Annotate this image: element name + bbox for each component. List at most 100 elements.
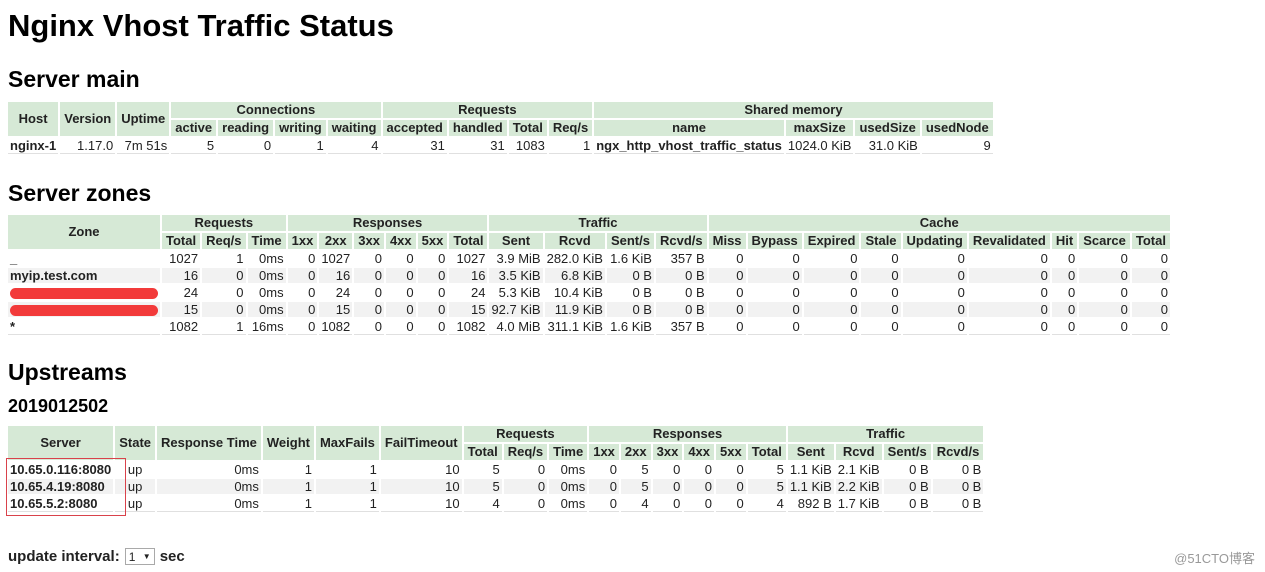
col-total-8: Total [747,444,786,460]
col-3xx-5: 3xx [652,444,683,460]
cell-hit: 0 [1051,268,1078,283]
cell-1xx: 0 [589,462,619,477]
cell-3xx: 0 [354,268,384,283]
col-zone: Zone [8,215,160,249]
table-row: nginx-1 1.17.0 7m 51s 5 0 1 4 31 31 1083… [8,138,993,154]
table-row: 24 0 0ms 0 24 0 0 0 24 5.3 KiB 10.4 KiB 0 B0 B00000… [8,285,1170,300]
cell-bypass: 0 [747,268,802,283]
cell-rcvd-s: 0 B [655,285,707,300]
cell-sent-s: 1.6 KiB [606,251,654,266]
cell-time: 0ms [247,302,286,317]
cell-failtimeout: 10 [380,496,462,512]
cell-4xx: 0 [385,251,416,266]
total-cell: 1083 [508,138,547,154]
cell-rcvd-s: 0 B [655,302,707,317]
group-connections: Connections [171,102,381,118]
col-updating-17: Updating [902,233,967,249]
col-time-2: Time [549,444,588,460]
cell-total: 0 [1131,268,1170,283]
col-weight: Weight [262,426,314,460]
cell-total: 1027 [162,251,201,266]
accepted-cell: 31 [382,138,447,154]
cell-req-s: 0 [503,479,548,494]
cell-3xx: 0 [354,319,384,335]
cell-hit: 0 [1051,285,1078,300]
cell-3xx: 0 [354,302,384,317]
cell-3xx: 0 [652,479,683,494]
update-interval-select[interactable]: 1 ▼ [124,548,155,565]
cell-5xx: 0 [417,251,448,266]
col-5xx-7: 5xx [417,233,448,249]
cell-total: 5 [463,462,502,477]
cell-total: 5 [747,479,786,494]
cell-expired: 0 [803,268,860,283]
cell-sent: 5.3 KiB [489,285,543,300]
cell-maxfails: 1 [315,496,379,512]
col-maxfails: MaxFails [315,426,379,460]
server-main-table: Host Version Uptime Connections Requests… [6,100,995,156]
col-4xx-6: 4xx [684,444,715,460]
cell-weight: 1 [262,462,314,477]
col-usednode: usedNode [921,120,993,136]
cell-1xx: 0 [287,302,318,317]
cell-4xx: 0 [684,462,715,477]
cell-updating: 0 [902,319,967,335]
cell-expired: 0 [803,251,860,266]
cell-rcvd: 2.1 KiB [835,462,882,477]
cell-miss: 0 [708,251,746,266]
group-responses: Responses [287,215,488,231]
zone-cell: _ [8,251,160,266]
cell-sent: 892 B [787,496,834,512]
table-row: myip.test.com 16 0 0ms 0 16 0 0 0 16 3.5 KiB 6.8 Ki… [8,268,1170,283]
table-row: 10.65.4.19:8080 up 0ms 1 1 10 5 0 0ms 0 5 0 0 0 5 1.1 K… [8,479,984,494]
group-requests: Requests [162,215,286,231]
cell-expired: 0 [803,319,860,335]
cell-sent-s: 0 B [883,479,931,494]
cell-revalidated: 0 [968,268,1050,283]
writing-cell: 1 [275,138,326,154]
cell-1xx: 0 [287,268,318,283]
col-handled: handled [448,120,507,136]
cell-updating: 0 [902,285,967,300]
cell-total: 15 [162,302,201,317]
group-shared-memory: Shared memory [594,102,993,118]
upstream-group-name: 2019012502 [8,396,109,416]
cell-updating: 0 [902,268,967,283]
zone-cell: myip.test.com [8,268,160,283]
cell-sent: 1.1 KiB [787,462,834,477]
cell-2xx: 24 [319,285,353,300]
col-usedsize: usedSize [855,120,920,136]
cell-rcvd: 1.7 KiB [835,496,882,512]
server-main-heading: Server main [8,66,140,92]
cell-sent: 4.0 MiB [489,319,543,335]
col-total: Total [508,120,547,136]
zone-cell [8,285,160,300]
cell-time: 0ms [549,479,588,494]
cell-expired: 0 [803,302,860,317]
reqs-cell: 1 [548,138,593,154]
col-4xx-6: 4xx [385,233,416,249]
cell-3xx: 0 [354,285,384,300]
cell-failtimeout: 10 [380,462,462,477]
server-highlight-box [6,458,126,516]
update-interval-value: 1 [128,549,136,564]
col-rcvd-s-12: Rcvd/s [655,233,707,249]
cell-2xx: 5 [620,479,651,494]
cell-4xx: 0 [684,479,715,494]
cell-rcvd: 2.2 KiB [835,479,882,494]
cell-revalidated: 0 [968,319,1050,335]
cell-total: 5 [463,479,502,494]
cell-5xx: 0 [716,479,746,494]
col-revalidated-18: Revalidated [968,233,1050,249]
zone-cell [8,302,160,317]
cell-5xx: 0 [417,319,448,335]
group-responses: Responses [589,426,786,442]
col-sent-9: Sent [489,233,543,249]
cell-total: 1027 [449,251,488,266]
cell-scarce: 0 [1079,251,1130,266]
cell-1xx: 0 [589,479,619,494]
cell-rcvd: 282.0 KiB [544,251,605,266]
cell-bypass: 0 [747,285,802,300]
cell-updating: 0 [902,302,967,317]
col-host: Host [8,102,59,136]
